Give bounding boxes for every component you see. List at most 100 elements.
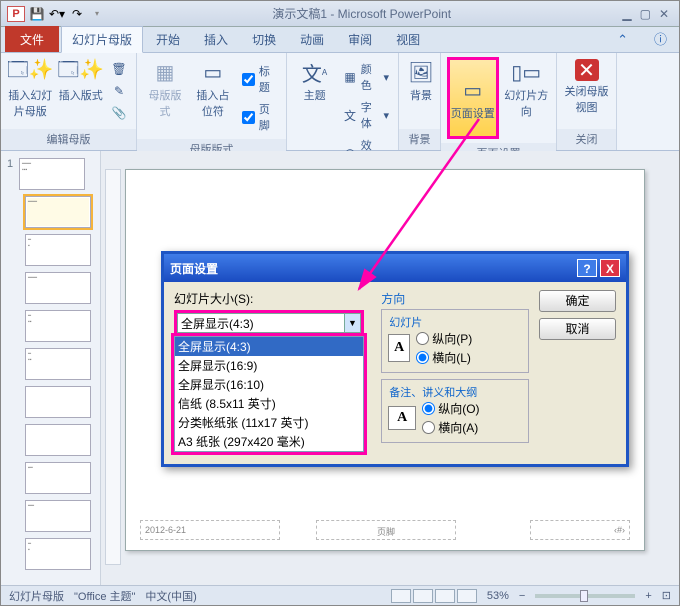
insert-layout-label: 插入版式: [59, 87, 103, 103]
page-setup-button[interactable]: ▭ 页面设置: [447, 57, 499, 139]
zoom-out-button[interactable]: −: [519, 590, 525, 602]
insert-layout-button[interactable]: 🗔✨ 插入版式: [58, 57, 105, 103]
page-setup-icon: ▭: [457, 77, 489, 103]
dialog-titlebar[interactable]: 页面设置 ? X: [164, 254, 626, 282]
list-item[interactable]: 全屏显示(16:9): [175, 356, 363, 375]
zoom-slider[interactable]: [535, 594, 635, 598]
help-icon[interactable]: ⓘ: [642, 29, 679, 52]
slide-size-input[interactable]: [177, 313, 361, 333]
notes-portrait-radio[interactable]: 纵向(O): [422, 400, 479, 417]
close-button[interactable]: ✕: [659, 7, 669, 21]
thumb-layout-10[interactable]: ━▪: [25, 538, 91, 570]
qat-more-icon[interactable]: ▾: [89, 6, 105, 22]
thumb-layout-2[interactable]: ━▪: [25, 234, 91, 266]
ribbon-tabs: 文件 幻灯片母版 开始 插入 切换 动画 审阅 视图 ⌃ ⓘ: [1, 27, 679, 53]
normal-view-button[interactable]: [391, 589, 411, 603]
sorter-view-button[interactable]: [413, 589, 433, 603]
notes-landscape-radio[interactable]: 横向(A): [422, 419, 479, 436]
thumb-layout-6[interactable]: [25, 386, 91, 418]
maximize-button[interactable]: ▢: [640, 7, 651, 21]
background-icon: 🖼: [405, 59, 437, 85]
fonts-label: 字体: [361, 99, 380, 131]
orientation-landscape-icon: A: [388, 406, 416, 430]
themes-button[interactable]: 文A 主题: [293, 57, 336, 103]
date-placeholder[interactable]: 2012-6-21: [140, 520, 280, 540]
list-item[interactable]: 分类帐纸张 (11x17 英寸): [175, 413, 363, 432]
insert-placeholder-button[interactable]: ▭ 插入占位符: [191, 57, 235, 119]
dialog-close-button[interactable]: X: [600, 259, 620, 277]
slide-orientation-button[interactable]: ▯▭ 幻灯片方向: [503, 57, 550, 119]
list-item[interactable]: A4 纸张 (210x297 毫米): [175, 451, 363, 452]
cancel-button[interactable]: 取消: [539, 318, 616, 340]
master-layout-label: 母版版式: [143, 87, 187, 119]
slides-portrait-radio[interactable]: 纵向(P): [416, 330, 472, 347]
footer-placeholder[interactable]: 页脚: [316, 520, 456, 540]
master-layout-button[interactable]: ▦ 母版版式: [143, 57, 187, 119]
slides-landscape-radio[interactable]: 横向(L): [416, 349, 472, 366]
close-master-button[interactable]: ✕ 关闭母版视图: [563, 57, 610, 115]
zoom-in-button[interactable]: +: [645, 590, 651, 602]
view-buttons: [391, 589, 477, 603]
save-icon[interactable]: 💾: [29, 6, 45, 22]
list-item[interactable]: 全屏显示(16:10): [175, 375, 363, 394]
minimize-button[interactable]: ▁: [622, 7, 631, 21]
thumb-layout-9[interactable]: ━━: [25, 500, 91, 532]
ribbon-minimize-icon[interactable]: ⌃: [605, 32, 640, 52]
zoom-handle[interactable]: [580, 590, 588, 602]
list-item[interactable]: 信纸 (8.5x11 英寸): [175, 394, 363, 413]
thumb-layout-1[interactable]: ━━━: [25, 196, 91, 228]
pagenum-placeholder[interactable]: ‹#›: [530, 520, 630, 540]
redo-icon[interactable]: ↷: [69, 6, 85, 22]
group-edit-theme: 文A 主题 ▦颜色▾ 文字体▾ ◉效果▾ 编辑主题: [287, 53, 399, 150]
ok-button[interactable]: 确定: [539, 290, 616, 312]
slide-size-combo[interactable]: ▼: [174, 310, 364, 336]
tab-view[interactable]: 视图: [385, 26, 431, 52]
master-layout-icon: ▦: [149, 59, 181, 85]
thumb-master[interactable]: ━━━▪▪▪: [19, 158, 85, 190]
rename-icon[interactable]: ✎: [108, 81, 130, 101]
list-item[interactable]: 全屏显示(4:3): [175, 337, 363, 356]
app-icon[interactable]: P: [7, 6, 25, 22]
thumbnail-panel[interactable]: 1 ━━━▪▪▪ ━━━ ━▪ ━━━ ━▪▪ ━▪▪ ▪━ ━━ ━▪: [1, 151, 101, 585]
orientation-portrait-icon: A: [388, 334, 410, 362]
list-item[interactable]: A3 纸张 (297x420 毫米): [175, 432, 363, 451]
status-language[interactable]: 中文(中国): [145, 588, 196, 604]
tab-transition[interactable]: 切换: [241, 26, 287, 52]
thumb-layout-8[interactable]: ▪━: [25, 462, 91, 494]
group-master-layout: ▦ 母版版式 ▭ 插入占位符 标题 页脚 母版版式: [137, 53, 287, 150]
group-background-label: 背景: [399, 129, 440, 150]
slideshow-view-button[interactable]: [457, 589, 477, 603]
tab-insert[interactable]: 插入: [193, 26, 239, 52]
thumb-layout-7[interactable]: [25, 424, 91, 456]
slide-master-icon: 🗔✨: [14, 59, 46, 85]
reading-view-button[interactable]: [435, 589, 455, 603]
tab-file[interactable]: 文件: [5, 26, 59, 52]
dialog-help-button[interactable]: ?: [577, 259, 597, 277]
zoom-percent[interactable]: 53%: [487, 590, 509, 602]
tab-slide-master[interactable]: 幻灯片母版: [61, 26, 143, 53]
background-button[interactable]: 🖼 背景: [405, 57, 437, 103]
close-master-icon: ✕: [575, 59, 599, 81]
group-edit-master: 🗔✨ 插入幻灯片母版 🗔✨ 插入版式 🗑 ✎ 📎 编辑母版: [1, 53, 137, 150]
thumb-layout-4[interactable]: ━▪▪: [25, 310, 91, 342]
title-checkbox[interactable]: 标题: [239, 61, 280, 97]
notes-orientation-fieldset: 备注、讲义和大纲 A 纵向(O) 横向(A): [381, 379, 529, 443]
insert-layout-icon: 🗔✨: [65, 59, 97, 85]
placeholder-icon: ▭: [197, 59, 229, 85]
preserve-icon[interactable]: 📎: [108, 103, 130, 123]
footer-checkbox[interactable]: 页脚: [239, 99, 280, 135]
delete-icon[interactable]: 🗑: [108, 59, 130, 79]
tab-review[interactable]: 审阅: [337, 26, 383, 52]
fonts-button[interactable]: 文字体▾: [340, 97, 392, 133]
insert-slide-master-button[interactable]: 🗔✨ 插入幻灯片母版: [7, 57, 54, 119]
dialog-title: 页面设置: [170, 260, 218, 277]
tab-home[interactable]: 开始: [145, 26, 191, 52]
slide-size-listbox[interactable]: 全屏显示(4:3) 全屏显示(16:9) 全屏显示(16:10) 信纸 (8.5…: [174, 336, 364, 452]
colors-button[interactable]: ▦颜色▾: [340, 59, 392, 95]
fit-window-button[interactable]: ⊡: [662, 589, 671, 602]
thumb-layout-5[interactable]: ━▪▪: [25, 348, 91, 380]
combo-dropdown-icon[interactable]: ▼: [344, 314, 360, 332]
undo-icon[interactable]: ↶▾: [49, 6, 65, 22]
tab-animation[interactable]: 动画: [289, 26, 335, 52]
thumb-layout-3[interactable]: ━━━: [25, 272, 91, 304]
